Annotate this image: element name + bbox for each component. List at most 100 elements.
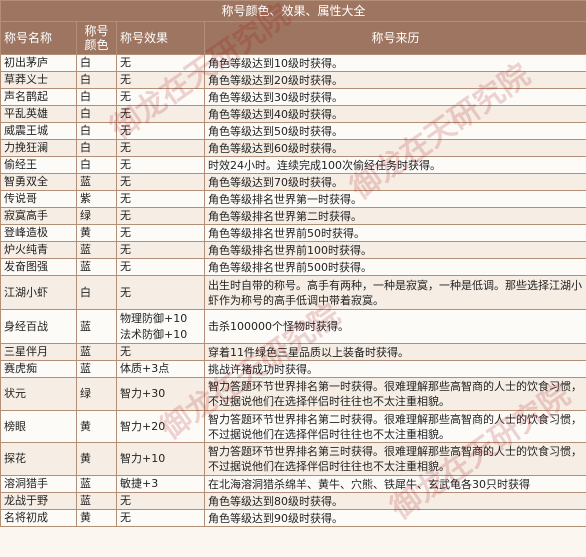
title-color-cell: 蓝 xyxy=(76,258,117,276)
title-source-cell: 时效24小时。连续完成100次偷经任务时获得。 xyxy=(203,156,586,174)
table-row: 草莽义士白无角色等级达到20级时获得。 xyxy=(0,71,586,89)
title-color-cell: 白 xyxy=(76,54,117,72)
title-name-cell: 威震王城 xyxy=(0,122,77,140)
title-effect-cell: 无 xyxy=(116,105,205,123)
title-table-sheet: { "title": "称号颜色、效果、属性大全", "headers": ["… xyxy=(0,0,586,557)
title-source-cell: 角色等级达到90级时获得。 xyxy=(203,509,586,527)
table-row: 智勇双全蓝无角色等级达到70级时获得。 xyxy=(0,173,586,191)
title-color-cell: 蓝 xyxy=(76,343,117,361)
table-row: 偷经王白无时效24小时。连续完成100次偷经任务时获得。 xyxy=(0,156,586,174)
title-effect-cell: 无 xyxy=(116,173,205,191)
title-color-cell: 蓝 xyxy=(76,492,117,510)
table-row: 力挽狂澜白无角色等级达到60级时获得。 xyxy=(0,139,586,157)
title-name-cell: 声名鹊起 xyxy=(0,88,77,106)
table-row: 声名鹊起白无角色等级达到30级时获得。 xyxy=(0,88,586,106)
title-source-cell: 角色等级排名世界前100时获得。 xyxy=(203,241,586,259)
title-color-cell: 黄 xyxy=(76,410,117,443)
title-effect-cell: 无 xyxy=(116,224,205,242)
title-source-cell: 挑战许褚成功时获得。 xyxy=(203,360,586,378)
title-effect-cell: 智力+20 xyxy=(116,410,205,443)
title-source-cell: 击杀100000个怪物时获得。 xyxy=(203,309,586,344)
title-effect-cell: 无 xyxy=(116,54,205,72)
table-row: 名将初成黄无角色等级达到90级时获得。 xyxy=(0,509,586,527)
title-effect-cell: 无 xyxy=(116,275,205,310)
title-name-cell: 名将初成 xyxy=(0,509,77,527)
title-source-cell: 角色等级达到50级时获得。 xyxy=(203,122,586,140)
title-name-cell: 三星伴月 xyxy=(0,343,77,361)
title-color-cell: 白 xyxy=(76,139,117,157)
table-row: 登峰造极黄无角色等级排名世界前50时获得。 xyxy=(0,224,586,242)
title-color-cell: 蓝 xyxy=(76,241,117,259)
title-color-cell: 紫 xyxy=(76,190,117,208)
title-name-cell: 偷经王 xyxy=(0,156,77,174)
table-row: 平乱英雄白无角色等级达到40级时获得。 xyxy=(0,105,586,123)
title-color-cell: 白 xyxy=(76,156,117,174)
table-body: 初出茅庐白无角色等级达到10级时获得。 草莽义士白无角色等级达到20级时获得。 声名… xyxy=(0,54,586,527)
title-name-cell: 寂寞高手 xyxy=(0,207,77,225)
title-source-cell: 智力答题环节世界排名第三时获得。很难理解那些高智商的人士的饮食习惯，不过据说他们… xyxy=(203,442,586,476)
title-color-cell: 绿 xyxy=(76,207,117,225)
title-effect-cell: 智力+10 xyxy=(116,442,205,476)
title-source-cell: 角色等级达到20级时获得。 xyxy=(203,71,586,89)
title-source-cell: 智力答题环节世界排名第二时获得。很难理解那些高智商的人士的饮食习惯，不过据说他们… xyxy=(203,410,586,443)
title-source-cell: 角色等级排名世界第一时获得。 xyxy=(203,190,586,208)
title-color-cell: 白 xyxy=(76,105,117,123)
table-row: 龙战于野蓝无角色等级达到80级时获得。 xyxy=(0,492,586,510)
title-color-cell: 蓝 xyxy=(76,309,117,344)
title-source-cell: 角色等级达到10级时获得。 xyxy=(203,54,586,72)
title-effect-cell: 无 xyxy=(116,343,205,361)
title-effect-cell: 无 xyxy=(116,241,205,259)
title-source-cell: 穿着11件绿色三星品质以上装备时获得。 xyxy=(203,343,586,361)
header-color: 称号颜色 xyxy=(76,21,117,55)
table-row: 初出茅庐白无角色等级达到10级时获得。 xyxy=(0,54,586,72)
title-name-cell: 平乱英雄 xyxy=(0,105,77,123)
title-color-cell: 白 xyxy=(76,88,117,106)
title-name-cell: 江湖小虾 xyxy=(0,275,77,310)
title-color-cell: 黄 xyxy=(76,442,117,476)
table-row: 发奋图强蓝无角色等级排名世界前500时获得。 xyxy=(0,258,586,276)
title-effect-cell: 无 xyxy=(116,190,205,208)
title-color-cell: 白 xyxy=(76,71,117,89)
title-effect-cell: 无 xyxy=(116,492,205,510)
title-effect-cell: 智力+30 xyxy=(116,377,205,411)
title-source-cell: 角色等级达到30级时获得。 xyxy=(203,88,586,106)
title-effect-cell: 无 xyxy=(116,88,205,106)
title-name-cell: 草莽义士 xyxy=(0,71,77,89)
title-name-cell: 初出茅庐 xyxy=(0,54,77,72)
title-color-cell: 绿 xyxy=(76,377,117,411)
table-row: 三星伴月蓝无穿着11件绿色三星品质以上装备时获得。 xyxy=(0,343,586,361)
title-name-cell: 赛虎痴 xyxy=(0,360,77,378)
title-table: 称号颜色、效果、属性大全 称号名称 称号颜色 称号效果 称号来历 初出茅庐白无角… xyxy=(0,0,586,527)
table-row: 榜眼黄智力+20 智力答题环节世界排名第二时获得。很难理解那些高智商的人士的饮食习… xyxy=(0,410,586,443)
table-title: 称号颜色、效果、属性大全 xyxy=(0,0,586,22)
title-name-cell: 传说哥 xyxy=(0,190,77,208)
title-source-cell: 角色等级达到70级时获得。 xyxy=(203,173,586,191)
title-name-cell: 身经百战 xyxy=(0,309,77,344)
title-name-cell: 力挽狂澜 xyxy=(0,139,77,157)
title-name-cell: 智勇双全 xyxy=(0,173,77,191)
title-color-cell: 黄 xyxy=(76,509,117,527)
table-row: 炉火纯青蓝无角色等级排名世界前100时获得。 xyxy=(0,241,586,259)
title-source-cell: 角色等级排名世界前50时获得。 xyxy=(203,224,586,242)
title-source-cell: 智力答题环节世界排名第一时获得。很难理解那些高智商的人士的饮食习惯，不过据说他们… xyxy=(203,377,586,411)
table-row: 身经百战蓝物理防御+10 法术防御+10 击杀100000个怪物时获得。 xyxy=(0,309,586,344)
title-color-cell: 蓝 xyxy=(76,173,117,191)
title-name-cell: 发奋图强 xyxy=(0,258,77,276)
title-name-cell: 榜眼 xyxy=(0,410,77,443)
title-effect-cell: 敏捷+3 xyxy=(116,475,205,493)
title-color-cell: 黄 xyxy=(76,224,117,242)
title-name-cell: 探花 xyxy=(0,442,77,476)
header-effect: 称号效果 xyxy=(116,21,205,55)
title-effect-cell: 无 xyxy=(116,71,205,89)
title-effect-cell: 无 xyxy=(116,139,205,157)
title-effect-cell: 无 xyxy=(116,156,205,174)
title-effect-cell: 无 xyxy=(116,207,205,225)
title-effect-cell: 无 xyxy=(116,122,205,140)
table-row: 溶洞猎手蓝敏捷+3 在北海溶洞猎杀绵羊、黄牛、穴熊、铁犀牛、玄武龟各30只时获得 xyxy=(0,475,586,493)
table-row: 寂寞高手绿无角色等级排名世界第二时获得。 xyxy=(0,207,586,225)
table-row: 江湖小虾白无出生时自带的称号。高手有两种，一种是寂寞，一种是低调。那些选择江湖小… xyxy=(0,275,586,310)
title-color-cell: 白 xyxy=(76,275,117,310)
header-source: 称号来历 xyxy=(203,21,586,55)
title-source-cell: 角色等级达到40级时获得。 xyxy=(203,105,586,123)
title-effect-cell: 无 xyxy=(116,258,205,276)
